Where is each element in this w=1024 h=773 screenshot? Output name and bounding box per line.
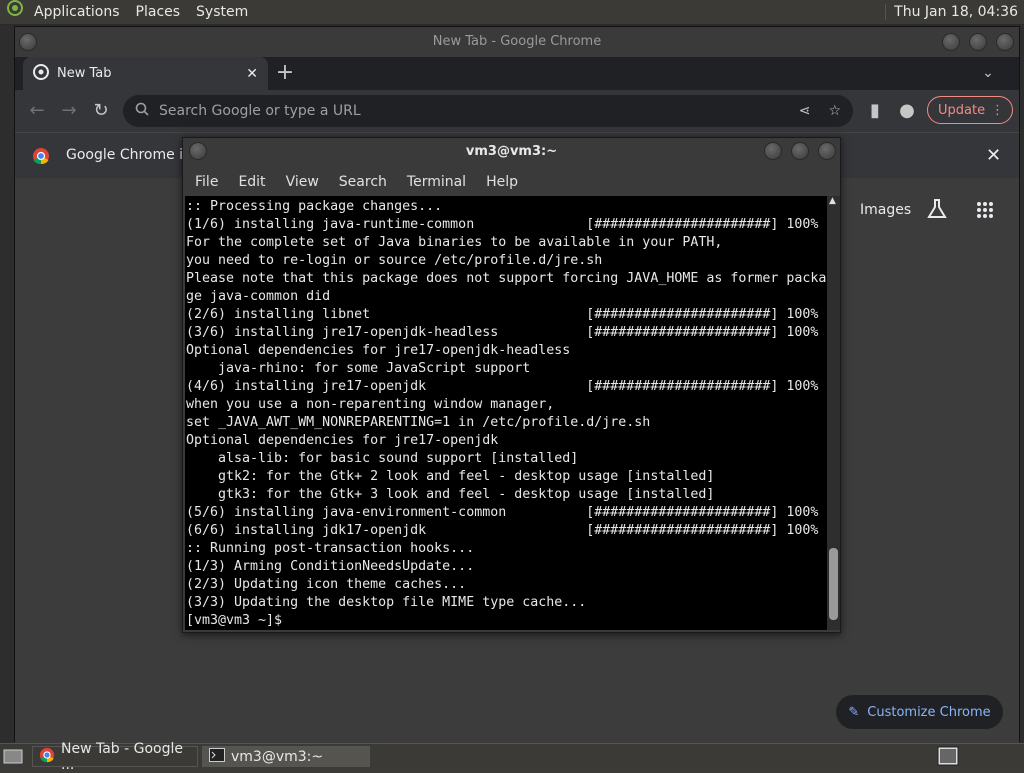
terminal-line: (2/3) Updating icon theme caches... <box>186 577 467 592</box>
scroll-up-arrow-icon[interactable]: ▲ <box>829 196 836 206</box>
terminal-line: when you use a non-reparenting window ma… <box>186 397 555 412</box>
labs-flask-icon[interactable] <box>926 198 948 224</box>
profile-icon[interactable]: ● <box>895 99 919 123</box>
bookmark-star-icon[interactable]: ☆ <box>828 103 841 119</box>
update-label: Update <box>938 102 986 118</box>
omnibox-placeholder: Search Google or type a URL <box>159 103 361 119</box>
more-options-icon: ⋮ <box>991 102 1004 118</box>
terminal-cursor <box>290 612 299 628</box>
window-menu-button[interactable] <box>19 33 37 51</box>
infobar-message: Google Chrome isn <box>66 147 200 163</box>
tab-strip: New Tab ✕ + ⌄ <box>15 57 1019 90</box>
terminal-line: gtk3: for the Gtk+ 3 look and feel - des… <box>186 487 715 502</box>
workspace-switcher-icon[interactable] <box>937 746 959 770</box>
chrome-toolbar: ← → ↻ Search Google or type a URL ⋖ ☆ ▮ … <box>15 90 1019 132</box>
scrollbar-thumb[interactable] <box>829 548 838 620</box>
taskbar-label: vm3@vm3:~ <box>231 748 324 765</box>
customize-chrome-button[interactable]: ✎ Customize Chrome <box>836 695 1003 729</box>
terminal-screen[interactable]: :: Processing package changes...(1/6) in… <box>185 196 827 630</box>
side-panel-icon[interactable]: ▮ <box>863 99 887 123</box>
terminal-line: (4/6) installing jre17-openjdk [########… <box>186 379 819 394</box>
terminal-taskbar-icon <box>209 747 225 766</box>
taskbar: New Tab - Google ... vm3@vm3:~ <box>0 741 1024 773</box>
terminal-line: (3/6) installing jre17-openjdk-headless … <box>186 325 819 340</box>
menu-system[interactable]: System <box>188 0 256 25</box>
terminal-scrollbar[interactable]: ▲ <box>827 196 840 630</box>
clock[interactable]: Thu Jan 18, 04:36 <box>885 4 1024 20</box>
terminal-line: [vm3@vm3 ~]$ <box>186 612 827 630</box>
terminal-minimize-button[interactable] <box>764 142 782 160</box>
terminal-title: vm3@vm3:~ <box>465 144 558 159</box>
chrome-favicon-icon <box>33 63 49 84</box>
tab-new-tab[interactable]: New Tab ✕ <box>23 57 268 90</box>
apps-logo-icon[interactable] <box>0 0 26 26</box>
terminal-output: :: Processing package changes...(1/6) in… <box>185 196 827 630</box>
chrome-titlebar[interactable]: New Tab - Google Chrome <box>15 27 1019 57</box>
tab-label: New Tab <box>57 66 112 81</box>
chrome-taskbar-icon <box>39 747 55 767</box>
top-panel: Applications Places System Thu Jan 18, 0… <box>0 0 1024 25</box>
terminal-line: (5/6) installing java-environment-common… <box>186 505 819 520</box>
infobar-close-icon[interactable]: ✕ <box>986 145 1001 166</box>
terminal-window: vm3@vm3:~ File Edit View Search Terminal… <box>182 137 841 633</box>
terminal-titlebar[interactable]: vm3@vm3:~ <box>183 138 840 166</box>
apps-grid-icon[interactable] <box>976 201 994 223</box>
menu-applications[interactable]: Applications <box>26 0 128 25</box>
maximize-button[interactable] <box>969 33 987 51</box>
terminal-line: Please note that this package does not s… <box>186 271 827 286</box>
chrome-window-title: New Tab - Google Chrome <box>432 34 602 49</box>
minimize-button[interactable] <box>942 33 960 51</box>
terminal-line: set _JAVA_AWT_WM_NONREPARENTING=1 in /et… <box>186 415 651 430</box>
terminal-close-button[interactable] <box>818 142 836 160</box>
terminal-line: (2/6) installing libnet [###############… <box>186 307 819 322</box>
terminal-line: (3/3) Updating the desktop file MIME typ… <box>186 595 587 610</box>
terminal-line: (6/6) installing jdk17-openjdk [########… <box>186 523 819 538</box>
terminal-menu-help[interactable]: Help <box>478 174 526 190</box>
omnibox[interactable]: Search Google or type a URL ⋖ ☆ <box>123 95 853 127</box>
terminal-line: you need to re-login or source /etc/prof… <box>186 253 603 268</box>
chrome-logo-icon <box>32 147 50 169</box>
terminal-line: Optional dependencies for jre17-openjdk <box>186 433 499 448</box>
terminal-line: :: Running post-transaction hooks... <box>186 541 475 556</box>
new-tab-icon[interactable]: + <box>273 61 297 85</box>
terminal-menu-terminal[interactable]: Terminal <box>399 174 474 190</box>
terminal-menubar: File Edit View Search Terminal Help <box>183 168 840 196</box>
customize-label: Customize Chrome <box>867 704 991 720</box>
terminal-menu-view[interactable]: View <box>278 174 327 190</box>
show-desktop-icon[interactable] <box>3 747 23 769</box>
terminal-line: java-rhino: for some JavaScript support <box>186 361 531 376</box>
back-icon[interactable]: ← <box>25 99 49 123</box>
terminal-line: (1/3) Arming ConditionNeedsUpdate... <box>186 559 475 574</box>
menu-places[interactable]: Places <box>128 0 189 25</box>
terminal-maximize-button[interactable] <box>791 142 809 160</box>
terminal-line: ge java-common did <box>186 289 331 304</box>
terminal-line: gtk2: for the Gtk+ 2 look and feel - des… <box>186 469 715 484</box>
terminal-menu-file[interactable]: File <box>187 174 226 190</box>
tab-search-chevron-icon[interactable]: ⌄ <box>976 61 1000 85</box>
terminal-menu-search[interactable]: Search <box>331 174 395 190</box>
update-button[interactable]: Update ⋮ <box>927 96 1013 124</box>
terminal-line: alsa-lib: for basic sound support [insta… <box>186 451 579 466</box>
images-link[interactable]: Images <box>860 202 911 218</box>
pencil-icon: ✎ <box>848 704 860 720</box>
terminal-line: (1/6) installing java-runtime-common [##… <box>186 217 819 232</box>
search-icon <box>135 102 149 120</box>
terminal-menu-edit[interactable]: Edit <box>230 174 273 190</box>
close-window-button[interactable] <box>996 33 1014 51</box>
close-tab-icon[interactable]: ✕ <box>246 66 258 82</box>
terminal-window-menu-button[interactable] <box>189 142 207 160</box>
terminal-line: Optional dependencies for jre17-openjdk-… <box>186 343 571 358</box>
forward-icon[interactable]: → <box>57 99 81 123</box>
taskbar-item-chrome[interactable]: New Tab - Google ... <box>32 741 198 773</box>
terminal-line: :: Processing package changes... <box>186 199 443 214</box>
taskbar-item-terminal[interactable]: vm3@vm3:~ <box>202 746 370 767</box>
terminal-line: For the complete set of Java binaries to… <box>186 235 723 250</box>
reload-icon[interactable]: ↻ <box>89 99 113 123</box>
share-icon[interactable]: ⋖ <box>799 103 811 119</box>
